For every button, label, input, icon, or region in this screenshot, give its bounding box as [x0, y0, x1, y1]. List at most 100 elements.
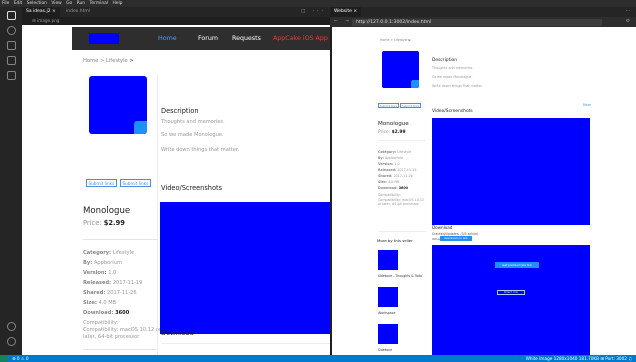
description-line: So we made Monologue. [161, 132, 224, 138]
seller-app-name[interactable]: Workspace [378, 311, 395, 315]
meta-version: Version: 1.0 [83, 270, 116, 276]
screenshot-image[interactable] [160, 202, 330, 334]
run-debug-icon[interactable] [7, 56, 16, 65]
video-heading: Video/Screenshots [161, 184, 223, 192]
meta-by: By: Appborium [378, 156, 403, 160]
meta-key: Shared: [378, 174, 393, 178]
column-divider [157, 75, 158, 355]
seller-app-icon[interactable] [378, 287, 398, 307]
app-icon-corner [134, 121, 147, 134]
divider [378, 140, 426, 141]
menu-go[interactable]: Go [66, 1, 72, 6]
app-price: Price: $2.99 [378, 130, 406, 135]
meta-key: Size: [83, 300, 97, 306]
divider [83, 349, 157, 350]
editor-breadcrumb[interactable]: ☰ image.png [22, 17, 330, 24]
meta-released: Released: 2017-11-19 [378, 168, 416, 172]
price-value: $2.99 [103, 219, 125, 227]
meta-key: By: [378, 156, 384, 160]
nav-appcake[interactable]: AppCake iOS App [273, 27, 328, 50]
site-logo[interactable] [89, 33, 119, 44]
meta-key: Download: [378, 186, 398, 190]
seller-app-icon[interactable] [378, 324, 398, 344]
submit-links-button-2[interactable]: Submit links [400, 103, 422, 108]
meta-compat-label: Compatibility: [83, 320, 119, 326]
browser-tab-bar: Website × ··· [330, 7, 636, 17]
menu-terminal[interactable]: Terminal [89, 1, 108, 6]
meta-compat-label: Compatibility: [378, 193, 401, 197]
direct-link-button[interactable]: Direct .link [497, 290, 525, 295]
meta-key: Shared: [83, 290, 106, 296]
site-nav: Home Forum Requests AppCake iOS App [72, 27, 330, 50]
status-right: White Image 1280x1040 181.70KB ⊞ Port: 3… [525, 356, 632, 361]
description-heading: Description [161, 107, 199, 115]
devtools-icon[interactable]: ⚙ [626, 17, 630, 27]
seller-app-name[interactable]: Sidetone - Thoughts & Todo [378, 274, 422, 278]
nav-requests[interactable]: Requests [232, 27, 261, 50]
description-line: Write down things that matter. [432, 84, 483, 88]
meta-released: Released: 2017-11-19 [83, 280, 142, 286]
tab-image[interactable]: Sa ideas.j2 × [22, 7, 60, 17]
source-control-icon[interactable] [7, 41, 16, 50]
breadcrumb-link[interactable]: Home > Lifestyle [83, 58, 128, 64]
app-icon-corner [411, 80, 419, 88]
screenshot-image[interactable] [432, 118, 590, 225]
price-label: Price: [378, 130, 391, 135]
submit-links-button[interactable]: Submit links [86, 179, 117, 187]
download-heading: Download [432, 225, 453, 230]
meta-value: 1.0 [394, 162, 400, 166]
submit-links-button[interactable]: Submit links [378, 103, 400, 108]
more-actions-icon[interactable]: ··· [626, 7, 630, 17]
menu-run[interactable]: Run [77, 1, 85, 6]
meta-value: Appborium [385, 156, 404, 160]
description-heading: Description [432, 58, 458, 63]
divider [161, 343, 330, 344]
search-icon[interactable] [7, 26, 16, 35]
tab-website[interactable]: Website × [330, 7, 362, 17]
extensions-icon[interactable] [7, 71, 16, 80]
seller-app-icon[interactable] [378, 250, 398, 270]
download-badge[interactable]: download on link [440, 236, 472, 241]
menu-selection[interactable]: Selection [27, 1, 47, 6]
app-icon [89, 76, 147, 134]
explorer-icon[interactable] [7, 11, 16, 20]
meta-size: Size: 4.0 MB [378, 180, 399, 184]
menu-help[interactable]: Help [112, 1, 122, 6]
meta-value: 2017-11-19 [397, 168, 417, 172]
image-preview: Home Forum Requests AppCake iOS App Home… [22, 25, 330, 355]
tab-index-html[interactable]: index.html [62, 7, 94, 17]
meta-value: 3600 [115, 310, 130, 316]
app-icon [382, 51, 419, 88]
more-link[interactable]: More [583, 103, 591, 107]
meta-key: Released: [83, 280, 112, 286]
description-line: Thoughts and memories. [432, 66, 474, 70]
get-premium-button[interactable]: Get premium Ipa link [495, 262, 539, 268]
menu-view[interactable]: View [51, 1, 61, 6]
problems-indicator[interactable]: ⊗ 0 ⚠ 0 [12, 355, 29, 362]
meta-key: Category: [83, 250, 112, 256]
menu-file[interactable]: File [2, 1, 9, 6]
seller-heading: More by this seller [377, 238, 413, 243]
meta-value: 2017-11-26 [393, 174, 413, 178]
nav-home[interactable]: Home [158, 27, 177, 50]
price-value: $2.99 [391, 130, 406, 135]
meta-value: Lifestyle [112, 250, 135, 256]
menu-edit[interactable]: Edit [14, 1, 23, 6]
remote-icon[interactable] [0, 355, 8, 362]
divider [378, 231, 426, 232]
meta-download: Download: 3600 [378, 186, 408, 190]
submit-links-button-2[interactable]: Submit links [120, 179, 151, 187]
breadcrumb[interactable]: Home > Lifestyle ▶ [380, 38, 411, 42]
gear-icon[interactable] [7, 337, 16, 346]
url-input[interactable]: http://127.0.0.1:3002/index.html [352, 18, 602, 26]
meta-value: Lifestyle [397, 150, 412, 154]
download-heading: Download [161, 329, 194, 337]
tab-actions[interactable]: □ ··· [301, 7, 326, 17]
seller-app-name[interactable]: Sidetone [378, 348, 392, 352]
meta-value: 3600 [398, 186, 408, 190]
meta-category: Category: Lifestyle [83, 250, 134, 256]
account-icon[interactable] [7, 322, 16, 331]
meta-key: Download: [83, 310, 114, 316]
meta-version: Version: 1.0 [378, 162, 400, 166]
nav-forum[interactable]: Forum [198, 27, 218, 50]
